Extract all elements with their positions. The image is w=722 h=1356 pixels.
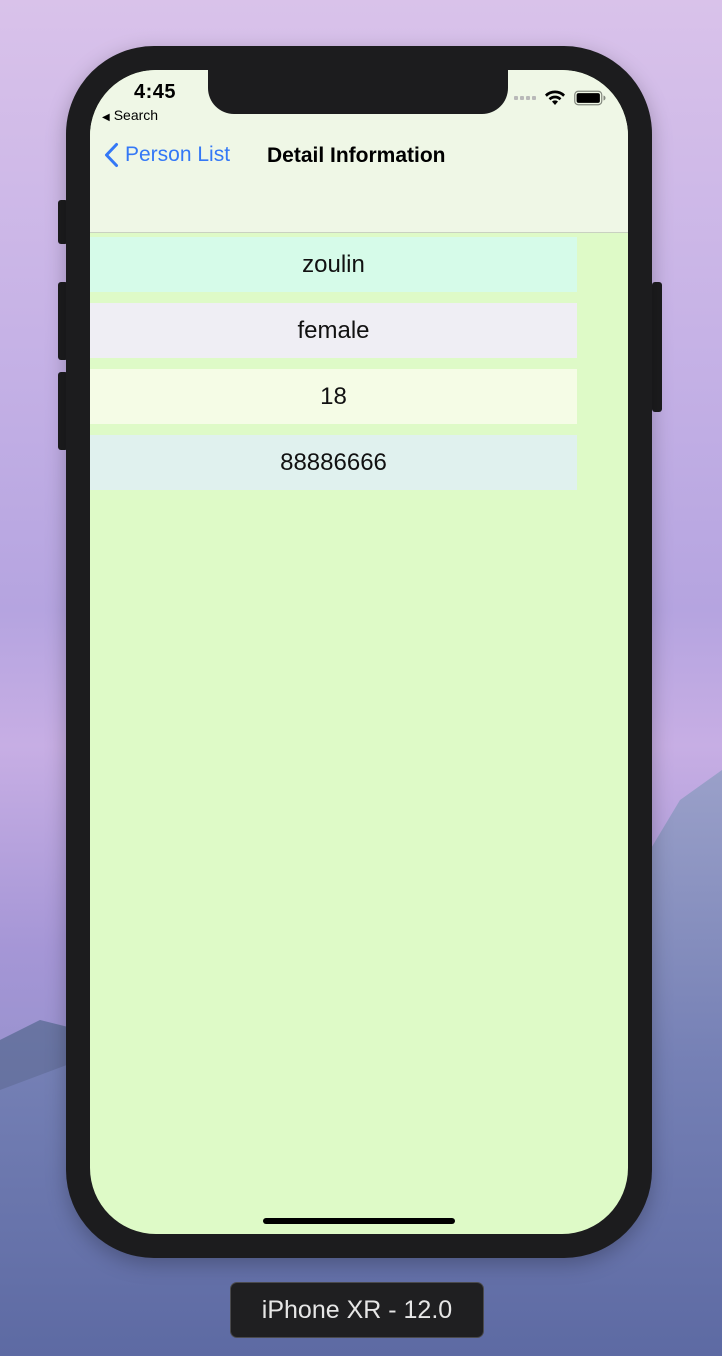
cellular-signal-icon bbox=[514, 96, 536, 100]
page-title: Detail Information bbox=[267, 144, 446, 167]
power-button bbox=[652, 282, 662, 412]
age-label: 18 bbox=[90, 369, 577, 424]
back-button[interactable]: Person List bbox=[104, 142, 230, 168]
phone-screen: 4:45 ◀ Search Person List Detail Informa… bbox=[90, 70, 628, 1234]
simulator-device-label: iPhone XR - 12.0 bbox=[230, 1282, 484, 1338]
home-indicator[interactable] bbox=[263, 1218, 455, 1224]
back-to-app-label: Search bbox=[113, 107, 159, 123]
device-notch bbox=[208, 70, 508, 114]
iphone-frame: 4:45 ◀ Search Person List Detail Informa… bbox=[66, 46, 652, 1258]
back-to-app-link[interactable]: ◀ Search bbox=[102, 107, 158, 123]
back-triangle-icon: ◀ bbox=[102, 112, 110, 123]
phone-label: 88886666 bbox=[90, 435, 577, 490]
name-label: zoulin bbox=[90, 237, 577, 292]
back-button-label: Person List bbox=[125, 143, 231, 166]
wifi-icon bbox=[545, 90, 565, 105]
chevron-left-icon bbox=[105, 143, 118, 167]
detail-list: zoulin female 18 88886666 bbox=[90, 237, 577, 501]
status-time: 4:45 bbox=[134, 81, 177, 103]
gender-label: female bbox=[90, 303, 577, 358]
status-icons bbox=[514, 90, 606, 106]
battery-icon bbox=[574, 90, 606, 106]
